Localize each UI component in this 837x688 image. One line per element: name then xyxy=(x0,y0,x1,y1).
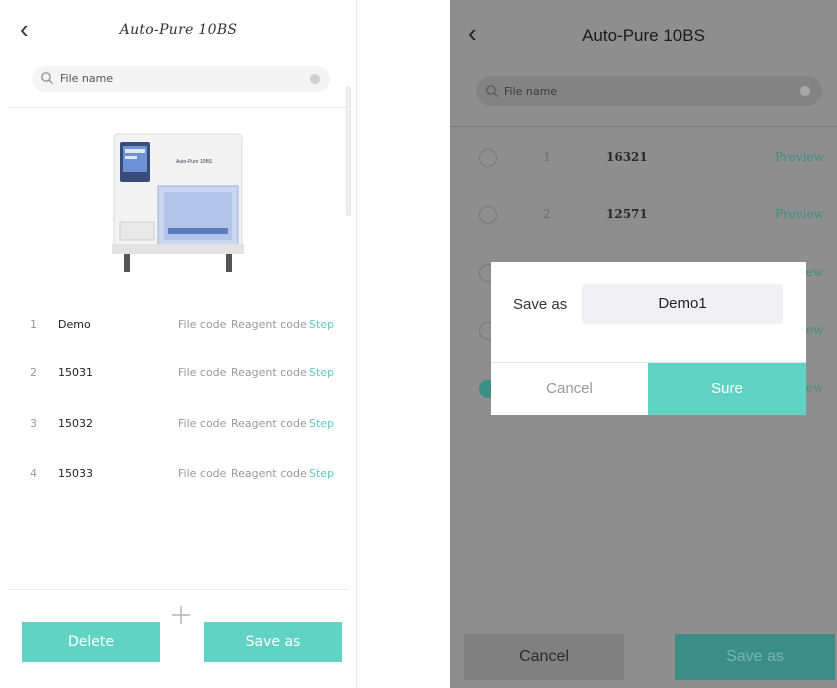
delete-button[interactable]: Delete xyxy=(22,622,160,662)
preview-link[interactable]: ew xyxy=(806,265,823,279)
clear-icon[interactable] xyxy=(800,86,810,96)
row-name: 15033 xyxy=(58,467,93,480)
dialog-cancel-button[interactable]: Cancel xyxy=(491,363,648,415)
row-name: 15032 xyxy=(58,417,93,430)
preview-link[interactable]: Preview xyxy=(775,207,824,221)
row-name: 15031 xyxy=(58,366,93,379)
search-placeholder: File name xyxy=(504,85,558,98)
save-as-button[interactable]: Save as xyxy=(204,622,342,662)
file-code-link[interactable]: File code xyxy=(178,417,226,430)
machine-brand-label: Auto-Pure 10BS xyxy=(176,159,213,165)
step-link[interactable]: Step xyxy=(309,366,334,379)
row-index: 2 xyxy=(30,366,37,379)
row-index: 1 xyxy=(543,150,551,164)
list-item[interactable]: 2 12571 Preview xyxy=(450,204,837,228)
file-code-link[interactable]: File code xyxy=(178,366,226,379)
search-placeholder: File name xyxy=(60,72,114,85)
file-code-link[interactable]: File code xyxy=(178,318,226,331)
preview-link[interactable]: ew xyxy=(806,381,823,395)
reagent-code-link[interactable]: Reagent code xyxy=(231,366,307,379)
page-title: Auto-Pure 10BS xyxy=(119,22,238,38)
dialog-label: Save as xyxy=(513,296,568,313)
list-item[interactable]: 1 Demo File code Reagent code Step xyxy=(0,318,356,338)
row-index: 3 xyxy=(30,417,37,430)
step-link[interactable]: Step xyxy=(309,318,334,331)
cancel-button[interactable]: Cancel xyxy=(464,634,624,680)
file-code-link[interactable]: File code xyxy=(178,467,226,480)
row-name: Demo xyxy=(58,318,91,331)
list-item[interactable]: 2 15031 File code Reagent code Step xyxy=(0,366,356,386)
row-value: 12571 xyxy=(606,207,648,221)
radio-button[interactable] xyxy=(479,149,497,167)
clear-icon[interactable] xyxy=(310,74,320,84)
reagent-code-link[interactable]: Reagent code xyxy=(231,417,307,430)
row-index: 4 xyxy=(30,467,37,480)
left-screen: ‹ Auto-Pure 10BS File name Auto-Pure 10B… xyxy=(0,0,357,688)
scrollbar[interactable] xyxy=(346,86,351,216)
radio-button[interactable] xyxy=(479,206,497,224)
row-index: 2 xyxy=(543,207,551,221)
search-bar[interactable]: File name xyxy=(476,76,822,106)
right-screen: ‹ Auto-Pure 10BS File name 1 16321 Previ… xyxy=(450,0,837,688)
preview-link[interactable]: ew xyxy=(806,323,823,337)
search-icon xyxy=(486,85,498,97)
add-icon[interactable] xyxy=(170,604,192,626)
dialog-sure-button[interactable]: Sure xyxy=(648,363,806,415)
step-link[interactable]: Step xyxy=(309,467,334,480)
list-item[interactable]: 1 16321 Preview xyxy=(450,147,837,171)
instrument-image: Auto-Pure 10BS xyxy=(112,133,244,272)
list-item[interactable]: 4 15033 File code Reagent code Step xyxy=(0,467,356,487)
search-icon xyxy=(41,72,53,84)
list-item[interactable]: 3 15032 File code Reagent code Step xyxy=(0,417,356,437)
divider xyxy=(450,126,837,127)
save-name-input[interactable]: Demo1 xyxy=(582,284,783,324)
save-as-dialog: Save as Demo1 Cancel Sure xyxy=(491,262,806,415)
save-as-button[interactable]: Save as xyxy=(675,634,835,680)
reagent-code-link[interactable]: Reagent code xyxy=(231,467,307,480)
row-index: 1 xyxy=(30,318,37,331)
step-link[interactable]: Step xyxy=(309,417,334,430)
preview-link[interactable]: Preview xyxy=(775,150,824,164)
divider xyxy=(8,589,348,590)
reagent-code-link[interactable]: Reagent code xyxy=(231,318,307,331)
row-value: 16321 xyxy=(606,150,648,164)
divider xyxy=(8,107,348,108)
page-title: Auto-Pure 10BS xyxy=(582,26,705,45)
search-bar[interactable]: File name xyxy=(32,66,330,92)
